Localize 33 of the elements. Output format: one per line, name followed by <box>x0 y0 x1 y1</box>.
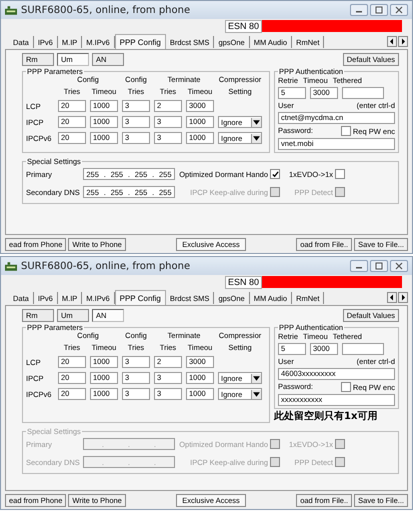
caret-icon <box>251 374 261 382</box>
scroll-left-icon[interactable] <box>387 36 397 46</box>
scroll-left-icon[interactable] <box>387 292 397 302</box>
maximize-icon <box>374 6 384 14</box>
checkbox[interactable] <box>270 169 280 179</box>
maximize-button[interactable] <box>370 4 388 16</box>
close-button[interactable] <box>390 4 408 16</box>
caret-icon <box>251 390 261 398</box>
minimize-button[interactable] <box>350 4 368 16</box>
minimize-button[interactable] <box>350 260 368 272</box>
maximize-button[interactable] <box>370 260 388 272</box>
close-icon <box>394 6 404 14</box>
maximize-icon <box>374 262 384 270</box>
checkbox[interactable] <box>335 169 345 179</box>
caret-icon <box>251 118 261 126</box>
esn-label: ESN 80 <box>224 20 262 32</box>
close-icon <box>394 262 404 270</box>
checkbox[interactable] <box>340 382 351 392</box>
scroll-right-icon[interactable] <box>398 292 408 302</box>
tab[interactable]: PPP Config <box>114 290 166 305</box>
window-title: SURF6800-65, online, from phone <box>21 4 192 16</box>
checkbox[interactable] <box>340 126 351 136</box>
esn-label: ESN 80 <box>224 276 262 288</box>
window-title: SURF6800-65, online, from phone <box>21 260 192 272</box>
tethered-field[interactable] <box>342 87 384 99</box>
app-icon <box>5 262 17 270</box>
scroll-right-icon[interactable] <box>398 36 408 46</box>
close-button[interactable] <box>390 260 408 272</box>
tethered-field[interactable] <box>342 343 384 355</box>
app-icon <box>5 6 17 14</box>
caret-icon <box>251 134 261 142</box>
tab[interactable]: PPP Config <box>114 34 166 49</box>
annotation-text: 此处留空则只有1x可用 <box>274 410 378 423</box>
